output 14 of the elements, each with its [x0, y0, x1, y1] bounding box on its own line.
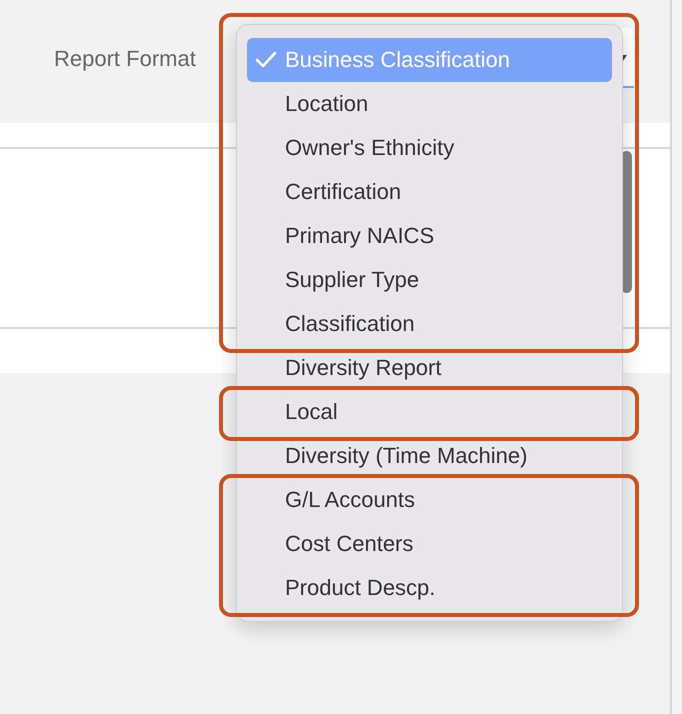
menu-item[interactable]: Product Descp.: [237, 566, 622, 610]
menu-item[interactable]: G/L Accounts: [237, 478, 622, 522]
report-format-label: Report Format: [54, 46, 196, 72]
menu-item[interactable]: Owner's Ethnicity: [237, 126, 622, 170]
menu-item[interactable]: Diversity Report: [237, 346, 622, 390]
menu-item[interactable]: Primary NAICS: [237, 214, 622, 258]
menu-item[interactable]: Classification: [237, 302, 622, 346]
menu-item[interactable]: Location: [237, 82, 622, 126]
menu-item[interactable]: Certification: [237, 170, 622, 214]
check-icon: [255, 51, 277, 69]
menu-item[interactable]: Local: [237, 390, 622, 434]
menu-item[interactable]: Cost Centers: [237, 522, 622, 566]
menu-item[interactable]: Supplier Type: [237, 258, 622, 302]
menu-item[interactable]: Diversity (Time Machine): [237, 434, 622, 478]
